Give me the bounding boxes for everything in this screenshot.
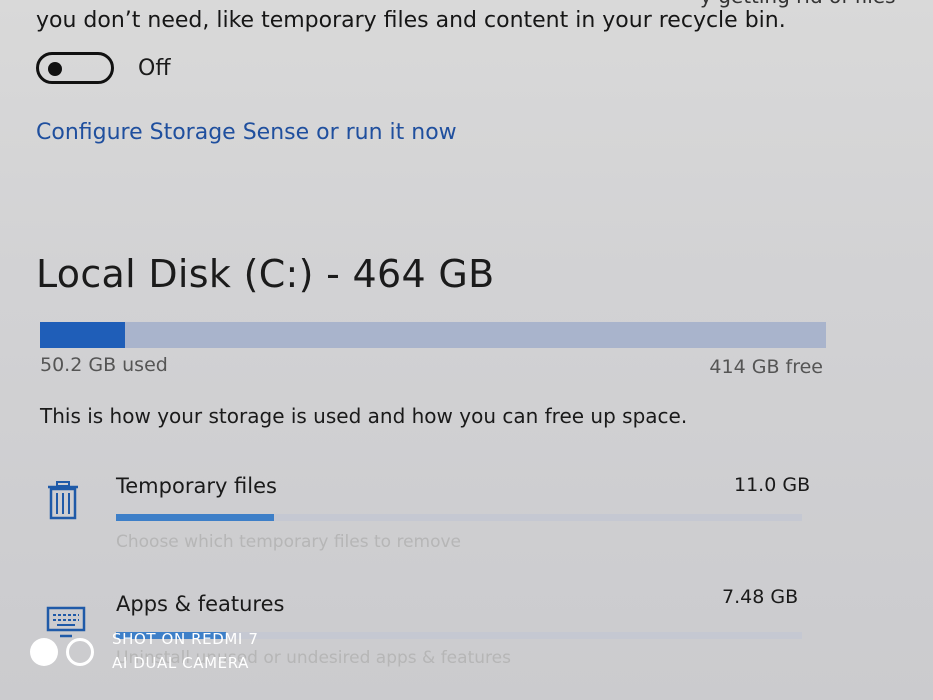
toggle-knob [48, 62, 62, 76]
category-size: 11.0 GB [734, 474, 811, 496]
disk-usage-bar-fill [40, 322, 125, 348]
watermark-line-1: SHOT ON REDMI 7 [112, 630, 259, 648]
category-hint: Choose which temporary files to remove [116, 532, 462, 552]
watermark-dot-icon [30, 638, 58, 666]
watermark-line-2: AI DUAL CAMERA [112, 654, 249, 672]
category-usage-bar-fill [116, 514, 274, 521]
category-name: Temporary files [116, 474, 277, 498]
storage-info-text: This is how your storage is used and how… [40, 404, 688, 428]
storage-sense-toggle[interactable] [36, 52, 114, 84]
camera-watermark: SHOT ON REDMI 7 AI DUAL CAMERA [28, 628, 288, 678]
category-name: Apps & features [116, 592, 285, 616]
disk-title: Local Disk (C:) - 464 GB [36, 252, 495, 296]
trash-icon [48, 481, 78, 520]
toggle-state-label: Off [138, 56, 171, 81]
disk-usage-bar [40, 322, 826, 348]
watermark-ring-icon [66, 638, 94, 666]
disk-used-label: 50.2 GB used [40, 354, 168, 376]
configure-storage-sense-link[interactable]: Configure Storage Sense or run it now [36, 120, 457, 145]
storage-sense-description: you don’t need, like temporary files and… [36, 8, 786, 33]
category-usage-bar [116, 514, 802, 521]
category-size: 7.48 GB [722, 586, 799, 608]
disk-free-label: 414 GB free [709, 356, 823, 378]
storage-sense-description-partial: y getting rid of files [700, 0, 896, 8]
